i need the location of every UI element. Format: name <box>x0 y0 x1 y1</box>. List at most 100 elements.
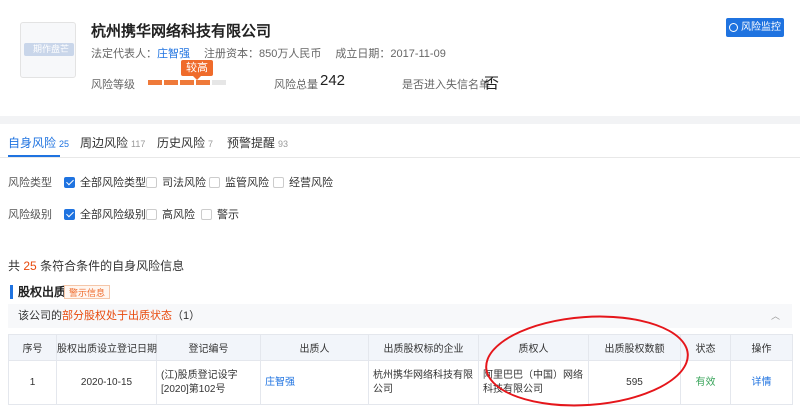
risk-main-card: 自身风险 25 周边风险 117 历史风险 7 预警提醒 93 风险类型 全部风险类型 … <box>0 124 800 407</box>
tab-warning[interactable]: 预警提醒 93 <box>227 134 288 151</box>
company-name: 杭州携华网络科技有限公司 <box>91 23 272 40</box>
detail-link[interactable]: 详情 <box>752 377 772 388</box>
summary-suffix: 条符合条件的自身风险信息 <box>40 259 185 273</box>
risk-type-operation-checkbox[interactable]: 经营风险 <box>273 174 333 190</box>
tab-label: 历史风险 <box>157 136 206 150</box>
risk-monitor-button[interactable]: 风险监控 <box>726 18 784 37</box>
legal-rep-link[interactable]: 庄智强 <box>157 48 190 60</box>
cell-pledgor: 庄智强 <box>260 360 369 405</box>
risk-type-judicial-checkbox[interactable]: 司法风险 <box>146 174 206 190</box>
cell-reg-no: (江)股质登记设字[2020]第102号 <box>156 360 261 405</box>
capital-label: 注册资本： <box>204 48 259 60</box>
tab-label: 预警提醒 <box>227 136 276 150</box>
status-suffix: （1） <box>172 310 201 322</box>
risk-tabs: 自身风险 25 周边风险 117 历史风险 7 预警提醒 93 <box>0 124 800 158</box>
cell-target: 杭州携华网络科技有限公司 <box>368 360 479 405</box>
risk-type-filter: 全部风险类型 司法风险 监管风险 经营风险 <box>0 174 800 190</box>
blacklist-value: 否 <box>484 75 500 92</box>
table-header-row: 序号 股权出质设立登记日期 登记编号 出质人 出质股权标的企业 质权人 出质股权… <box>8 334 793 361</box>
header-amount: 出质股权数额 <box>588 334 681 361</box>
active-tab-underline <box>8 155 60 157</box>
header-pledgor: 出质人 <box>260 334 369 361</box>
tab-surrounding-risk[interactable]: 周边风险 117 <box>80 134 145 151</box>
header-target: 出质股权标的企业 <box>368 334 479 361</box>
tab-history-risk[interactable]: 历史风险 7 <box>157 134 213 151</box>
legal-rep-field: 法定代表人：庄智强 <box>91 45 190 61</box>
chevron-up-icon[interactable]: ︿ <box>771 304 780 328</box>
summary-count: 25 <box>23 259 37 273</box>
tab-self-risk[interactable]: 自身风险 25 <box>8 134 69 151</box>
summary-prefix: 共 <box>8 259 21 273</box>
risk-level-segment <box>212 80 226 85</box>
section-title: 股权出质 <box>10 285 66 299</box>
checkbox-label: 监管风险 <box>225 177 269 189</box>
capital-field: 注册资本：850万人民币 <box>204 45 321 61</box>
status-prefix: 该公司的 <box>18 310 62 322</box>
checkbox-label: 经营风险 <box>289 177 333 189</box>
checkbox-label: 警示 <box>217 209 239 221</box>
risk-level-segment <box>180 80 194 85</box>
cell-index: 1 <box>8 360 57 405</box>
status-highlight: 部分股权处于出质状态 <box>62 310 172 322</box>
header-status: 状态 <box>680 334 731 361</box>
checkbox-label: 全部风险级别 <box>80 209 146 221</box>
checkbox-label: 全部风险类型 <box>80 177 146 189</box>
checkbox-unchecked <box>201 208 212 220</box>
location-pin-icon <box>729 23 738 32</box>
cell-date: 2020-10-15 <box>56 360 157 405</box>
checkbox-label: 高风险 <box>162 209 195 221</box>
risk-level-all-checkbox[interactable]: 全部风险级别 <box>64 206 146 222</box>
table-row: 1 2020-10-15 (江)股质登记设字[2020]第102号 庄智强 杭州… <box>8 360 793 405</box>
legal-rep-label: 法定代表人： <box>91 48 157 60</box>
risk-level-filter: 全部风险级别 高风险 警示 <box>0 206 800 222</box>
risk-level-bar <box>148 80 226 85</box>
risk-level-warning-checkbox[interactable]: 警示 <box>201 206 239 222</box>
risk-level-label: 风险等级 <box>91 79 135 91</box>
risk-type-regulatory-checkbox[interactable]: 监管风险 <box>209 174 269 190</box>
logo-text: 期作盘芒 <box>33 44 70 54</box>
risk-level-segment <box>164 80 178 85</box>
status-valid: 有效 <box>695 376 716 388</box>
cell-action: 详情 <box>730 360 793 405</box>
header-action: 操作 <box>730 334 793 361</box>
tab-count: 7 <box>208 139 214 149</box>
risk-total-label: 风险总量 <box>274 79 318 91</box>
capital-value: 850万人民币 <box>259 48 322 60</box>
result-summary: 共 25 条符合条件的自身风险信息 <box>8 257 184 274</box>
risk-level-segment <box>148 80 162 85</box>
founded-field: 成立日期：2017-11-09 <box>335 45 445 61</box>
founded-label: 成立日期： <box>335 48 391 60</box>
blacklist-label: 是否进入失信名单 <box>402 79 490 91</box>
tab-count: 117 <box>131 139 146 149</box>
checkbox-unchecked <box>209 176 220 188</box>
checkbox-checked <box>64 208 75 220</box>
tab-label: 周边风险 <box>80 136 129 150</box>
warning-tag: 警示信息 <box>64 285 111 299</box>
header-date: 股权出质设立登记日期 <box>56 334 157 361</box>
company-info-row: 法定代表人：庄智强 注册资本：850万人民币 成立日期：2017-11-09 <box>91 45 446 61</box>
founded-value: 2017-11-09 <box>390 48 446 60</box>
pledge-status-line[interactable]: 该公司的部分股权处于出质状态（1） ︿ <box>8 304 792 328</box>
risk-level-badge: 较高 <box>181 60 213 80</box>
risk-level-high-checkbox[interactable]: 高风险 <box>146 206 195 222</box>
checkbox-checked <box>64 176 75 188</box>
risk-total-value: 242 <box>320 72 346 89</box>
tab-count: 93 <box>278 139 289 149</box>
checkbox-unchecked <box>146 208 157 220</box>
risk-type-all-checkbox[interactable]: 全部风险类型 <box>64 174 146 190</box>
risk-monitor-label: 风险监控 <box>741 22 781 33</box>
company-header-card: 期作盘芒 杭州携华网络科技有限公司 法定代表人：庄智强 注册资本：850万人民币… <box>0 0 800 116</box>
header-pledgee: 质权人 <box>478 334 589 361</box>
cell-status: 有效 <box>680 360 731 405</box>
tab-count: 25 <box>59 139 70 149</box>
risk-level-segment <box>196 80 210 85</box>
equity-pledge-table: 序号 股权出质设立登记日期 登记编号 出质人 出质股权标的企业 质权人 出质股权… <box>8 334 793 405</box>
checkbox-unchecked <box>273 176 284 188</box>
checkbox-unchecked <box>146 176 157 188</box>
cell-amount: 595 <box>588 360 681 405</box>
header-index: 序号 <box>8 334 57 361</box>
tab-label: 自身风险 <box>8 136 57 150</box>
company-logo: 期作盘芒 <box>20 22 76 78</box>
cell-pledgee: 阿里巴巴（中国）网络科技有限公司 <box>478 360 589 405</box>
pledgor-link[interactable]: 庄智强 <box>265 377 295 388</box>
